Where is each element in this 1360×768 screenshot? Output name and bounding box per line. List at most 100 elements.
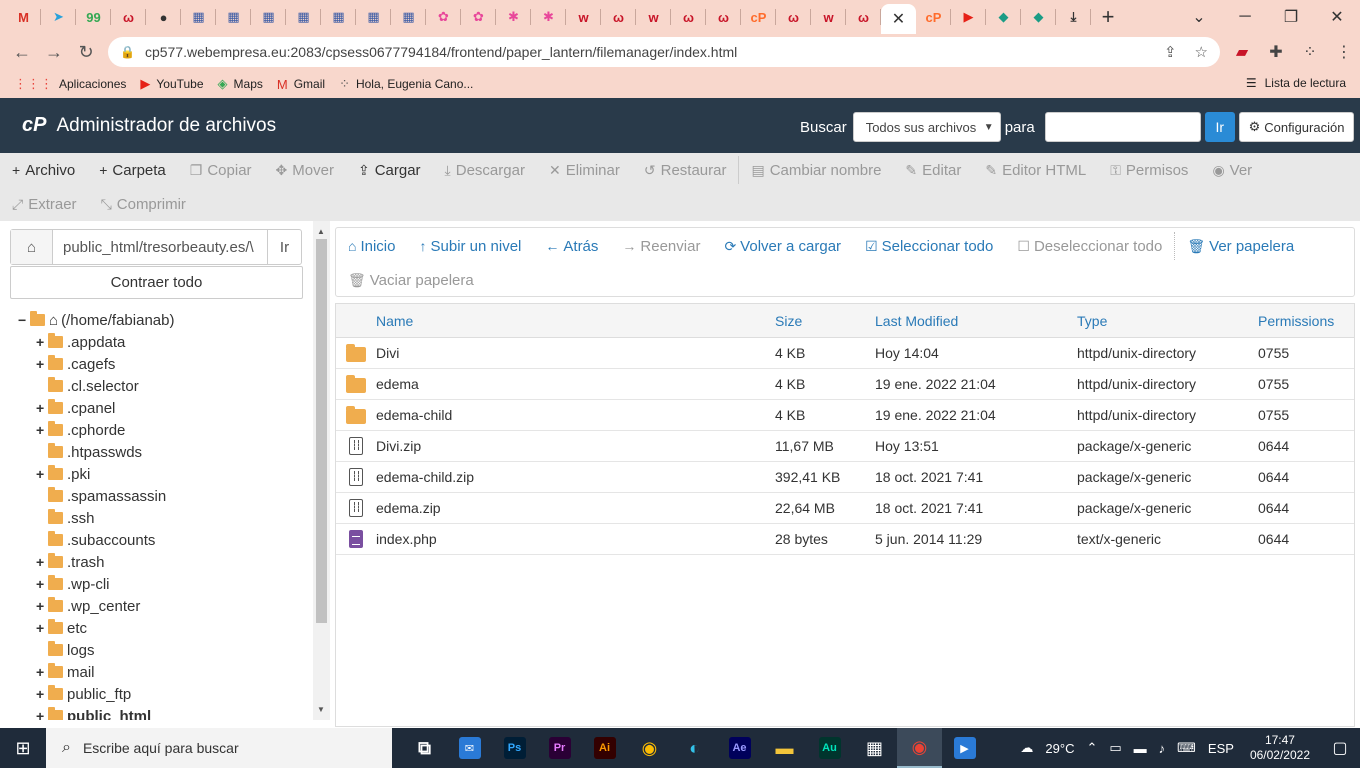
atras-button[interactable]: ← Atrás <box>533 238 610 255</box>
collapse-all-button[interactable]: Contraer todo <box>10 266 303 299</box>
taskbar-file-explorer[interactable]: ▬ <box>762 728 807 768</box>
expand-toggle-icon[interactable]: + <box>36 708 48 720</box>
browser-tab[interactable]: 99 <box>76 0 111 34</box>
taskbar-after-effects[interactable]: Ae <box>717 728 762 768</box>
address-bar[interactable]: 🔒 cp577.webempresa.eu:2083/cpsess0677794… <box>108 37 1220 67</box>
clock[interactable]: 17:47 06/02/2022 <box>1250 733 1310 763</box>
tree-item-htpasswds[interactable]: .htpasswds <box>18 441 308 463</box>
tab-search-icon[interactable]: ⌄ <box>1176 0 1222 34</box>
weather-icon[interactable]: ☁ <box>1020 740 1033 756</box>
browser-tab[interactable]: ▦ <box>321 0 356 34</box>
tree-root[interactable]: − ⌂ (/home/fabianab) <box>18 309 308 331</box>
taskbar-search[interactable]: ⌕ Escribe aquí para buscar <box>46 728 392 768</box>
browser-tab[interactable]: w <box>811 0 846 34</box>
table-row[interactable]: Divi.zip 11,67 MB Hoy 13:51 package/x-gener… <box>336 431 1354 462</box>
bookmark-maps[interactable]: ◈ Maps <box>218 76 263 92</box>
bookmark-gmail[interactable]: M Gmail <box>277 77 325 92</box>
tree-item-trash[interactable]: + .trash <box>18 551 308 573</box>
profile-avatar-icon[interactable]: ⁘ <box>1298 40 1322 64</box>
browser-tab[interactable]: ω <box>706 0 741 34</box>
scrollbar-thumb[interactable] <box>316 239 327 623</box>
browser-tab[interactable]: ▦ <box>286 0 321 34</box>
extension-icon[interactable]: ▰ <box>1230 40 1254 64</box>
browser-tab[interactable]: ✱ <box>531 0 566 34</box>
taskbar-task-view[interactable]: ⧉ <box>402 728 447 768</box>
eliminar-button[interactable]: ✕ Eliminar <box>537 162 632 179</box>
puzzle-icon[interactable]: ✚ <box>1264 40 1288 64</box>
copiar-button[interactable]: ❐ Copiar <box>178 162 264 179</box>
keyboard-icon[interactable]: ⌨ <box>1177 740 1196 756</box>
expand-toggle-icon[interactable]: + <box>36 664 48 680</box>
tree-item-publichtml[interactable]: + public_html <box>18 705 308 720</box>
back-arrow-icon[interactable]: ← <box>6 36 38 68</box>
battery-icon[interactable]: ▬ <box>1134 741 1147 756</box>
volver-cargar-button[interactable]: ⟳ Volver a cargar <box>712 238 853 255</box>
tree-item-ssh[interactable]: .ssh <box>18 507 308 529</box>
browser-tab[interactable]: ω <box>111 0 146 34</box>
browser-tab[interactable]: ω <box>846 0 881 34</box>
collapse-toggle-icon[interactable]: − <box>18 312 30 328</box>
browser-tab[interactable]: ▦ <box>251 0 286 34</box>
path-go-button[interactable]: Ir <box>267 230 301 264</box>
search-scope-select[interactable]: Todos sus archivos ▼ <box>852 112 1001 142</box>
expand-toggle-icon[interactable]: + <box>36 554 48 570</box>
tree-item-cphorde[interactable]: + .cphorde <box>18 419 308 441</box>
lock-icon[interactable]: 🔒 <box>120 45 135 59</box>
ver-papelera-button[interactable]: 🗑 Ver papelera <box>1175 238 1306 255</box>
permisos-button[interactable]: ⚿ Permisos <box>1098 162 1200 179</box>
browser-tab[interactable]: ● <box>146 0 181 34</box>
extraer-button[interactable]: ⤢ Extraer <box>0 196 89 213</box>
tree-item-subaccounts[interactable]: .subaccounts <box>18 529 308 551</box>
new-tab-button[interactable]: + <box>1091 0 1125 34</box>
browser-tab[interactable]: ω <box>671 0 706 34</box>
browser-tab[interactable]: ⤓ <box>1056 0 1091 34</box>
notification-icon[interactable]: ▢ <box>1320 738 1360 758</box>
scroll-down-icon[interactable]: ▼ <box>317 705 325 714</box>
browser-tab[interactable]: ➤ <box>41 0 76 34</box>
cargar-button[interactable]: ⇪ Cargar <box>346 162 433 179</box>
table-row[interactable]: Divi 4 KB Hoy 14:04 httpd/unix-directory 075… <box>336 338 1354 369</box>
tree-item-wpcenter[interactable]: + .wp_center <box>18 595 308 617</box>
chevron-up-icon[interactable]: ⌃ <box>1086 740 1097 756</box>
tree-item-mail[interactable]: + mail <box>18 661 308 683</box>
expand-toggle-icon[interactable]: + <box>36 598 48 614</box>
browser-tab[interactable]: ω <box>776 0 811 34</box>
browser-tab[interactable]: ◆ <box>1021 0 1056 34</box>
share-icon[interactable]: ⇪ <box>1164 43 1177 61</box>
taskbar-media[interactable]: ▶ <box>942 728 987 768</box>
table-row[interactable]: edema 4 KB 19 ene. 2022 21:04 httpd/unix-di… <box>336 369 1354 400</box>
browser-tab[interactable]: ▶ <box>951 0 986 34</box>
minimize-button[interactable]: ─ <box>1222 0 1268 34</box>
seleccionar-todo-button[interactable]: ☑ Seleccionar todo <box>853 238 1005 255</box>
browser-tab[interactable]: w <box>566 0 601 34</box>
vaciar-papelera-button[interactable]: 🗑 Vaciar papelera <box>336 272 486 289</box>
taskbar-edge[interactable]: ◐ <box>672 728 717 768</box>
browser-tab[interactable]: ✿ <box>426 0 461 34</box>
browser-tab[interactable]: ▦ <box>391 0 426 34</box>
expand-toggle-icon[interactable]: + <box>36 620 48 636</box>
search-go-button[interactable]: Ir <box>1204 112 1235 142</box>
tree-item-wpcli[interactable]: + .wp-cli <box>18 573 308 595</box>
inicio-button[interactable]: ⌂ Inicio <box>336 238 408 255</box>
reenviar-button[interactable]: → Reenviar <box>610 238 712 255</box>
taskbar-illustrator[interactable]: Ai <box>582 728 627 768</box>
taskbar-photoshop[interactable]: Ps <box>492 728 537 768</box>
close-tab-icon[interactable]: ✕ <box>892 9 905 29</box>
tree-item-cagefs[interactable]: + .cagefs <box>18 353 308 375</box>
comprimir-button[interactable]: ⤡ Comprimir <box>89 196 198 213</box>
taskbar-chrome-active[interactable]: ◉ <box>897 728 942 768</box>
tree-item-appdata[interactable]: + .appdata <box>18 331 308 353</box>
archivo-button[interactable]: + Archivo <box>0 162 87 179</box>
editar-button[interactable]: ✎ Editar <box>893 162 973 179</box>
browser-tab[interactable]: ▦ <box>181 0 216 34</box>
editor-html-button[interactable]: ✎ Editor HTML <box>973 162 1098 179</box>
bookmark-star-icon[interactable]: ☆ <box>1195 43 1208 61</box>
taskbar-store[interactable]: ▦ <box>852 728 897 768</box>
taskbar-chrome[interactable]: ◉ <box>627 728 672 768</box>
url-text[interactable]: cp577.webempresa.eu:2083/cpsess067779418… <box>145 44 737 60</box>
cpanel-logo[interactable]: cP <box>22 114 46 137</box>
header-type[interactable]: Type <box>1077 313 1258 329</box>
reading-list[interactable]: ☰ Lista de lectura <box>1246 76 1346 90</box>
browser-tab[interactable]: ◆ <box>986 0 1021 34</box>
browser-tab[interactable]: ▦ <box>216 0 251 34</box>
